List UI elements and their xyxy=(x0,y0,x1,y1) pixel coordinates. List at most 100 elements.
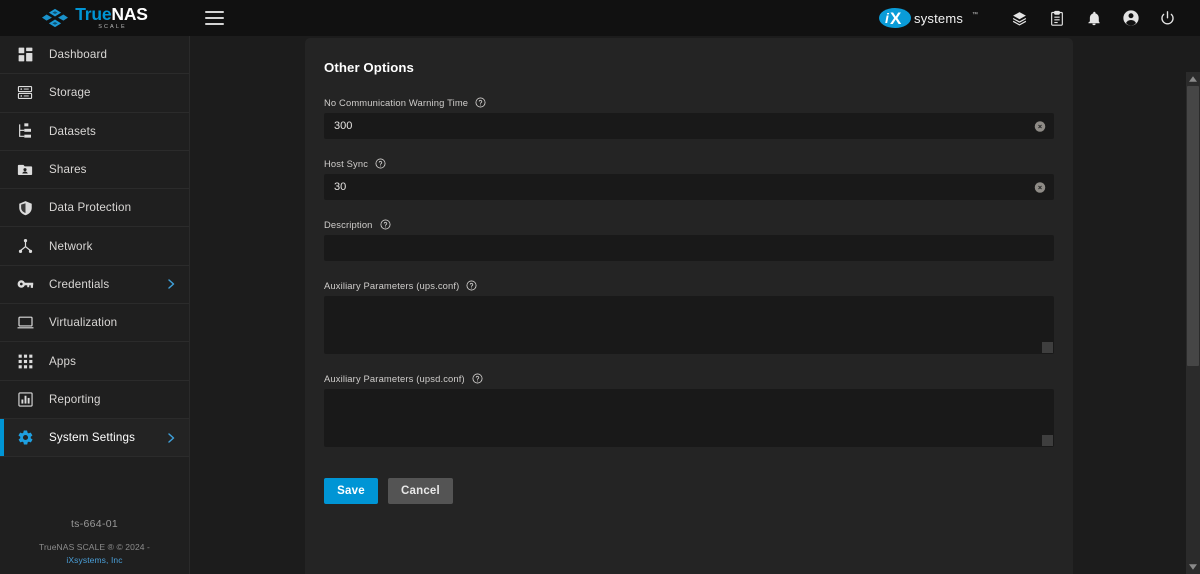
help-circle-icon[interactable] xyxy=(475,97,486,108)
apps-grid-icon xyxy=(14,352,36,370)
host-sync-input[interactable] xyxy=(324,174,1054,200)
sidebar-item-label: System Settings xyxy=(49,431,136,445)
sidebar-item-label: Shares xyxy=(49,163,87,177)
dashboard-icon xyxy=(14,46,36,64)
topbar-actions: i X systems ™ xyxy=(879,0,1200,36)
power-icon[interactable] xyxy=(1149,0,1186,36)
field-label: Auxiliary Parameters (upsd.conf) xyxy=(324,373,1054,384)
sidebar-item-data-protection[interactable]: Data Protection xyxy=(0,189,189,228)
field-label-text: No Communication Warning Time xyxy=(324,97,469,108)
input-wrapper xyxy=(324,235,1054,261)
field-label-text: Auxiliary Parameters (upsd.conf) xyxy=(324,373,465,384)
input-wrapper xyxy=(324,113,1054,139)
notifications-bell-icon[interactable] xyxy=(1075,0,1112,36)
sidebar-item-storage[interactable]: Storage xyxy=(0,74,189,113)
textarea-wrapper xyxy=(324,296,1054,354)
sidebar-item-dashboard[interactable]: Dashboard xyxy=(0,36,189,75)
input-wrapper xyxy=(324,174,1054,200)
sidebar-item-label: Dashboard xyxy=(49,48,108,62)
resize-grip-icon[interactable] xyxy=(1042,342,1053,353)
truenas-app-window: TrueNAS SCALE i X systems ™ Dashboard St… xyxy=(0,0,1200,574)
sidebar-item-reporting[interactable]: Reporting xyxy=(0,381,189,419)
resize-grip-icon[interactable] xyxy=(1042,435,1053,446)
truenas-logo-mark xyxy=(42,8,69,28)
sidebar-item-label: Virtualization xyxy=(49,316,118,330)
main-content: Other Options No Communication Warning T… xyxy=(190,36,1200,574)
account-circle-icon[interactable] xyxy=(1112,0,1149,36)
page-scrollbar[interactable] xyxy=(1186,72,1200,574)
shield-icon xyxy=(14,199,36,217)
monitor-icon xyxy=(14,314,36,332)
svg-text:X: X xyxy=(890,9,902,28)
task-manager-clipboard-icon[interactable] xyxy=(1038,0,1075,36)
cancel-button[interactable]: Cancel xyxy=(388,478,453,504)
sidebar-item-system-settings[interactable]: System Settings xyxy=(0,418,189,458)
sidebar-item-shares[interactable]: Shares xyxy=(0,151,189,190)
field-auxiliary-parameters-ups-conf: Auxiliary Parameters (ups.conf) xyxy=(324,280,1054,354)
brand-true: True xyxy=(75,4,112,24)
field-label: Description xyxy=(324,219,1054,230)
reporting-chart-icon xyxy=(14,390,36,408)
brand-nas: NAS xyxy=(111,4,148,24)
clear-circle-icon[interactable] xyxy=(1033,181,1046,194)
scrollbar-thumb[interactable] xyxy=(1187,86,1199,366)
clear-circle-icon[interactable] xyxy=(1033,120,1046,133)
sidebar-footer: ts-664-01 TrueNAS SCALE ® © 2024 - iXsys… xyxy=(0,518,189,574)
body-row: Dashboard Storage Datasets Shares Data P… xyxy=(0,36,1200,574)
form-actions: Save Cancel xyxy=(324,466,1054,528)
ixsystems-link[interactable]: iXsystems, Inc xyxy=(66,555,122,565)
truenas-logo[interactable]: TrueNAS SCALE xyxy=(0,0,190,36)
no-communication-warning-time-input[interactable] xyxy=(324,113,1054,139)
sidebar-item-credentials[interactable]: Credentials xyxy=(0,266,189,305)
field-no-communication-warning-time: No Communication Warning Time xyxy=(324,97,1054,139)
datasets-tree-icon xyxy=(14,122,36,140)
sidebar-item-label: Reporting xyxy=(49,392,101,406)
scroll-up-arrow-icon[interactable] xyxy=(1186,72,1200,86)
sidebar-item-apps[interactable]: Apps xyxy=(0,342,189,381)
help-circle-icon[interactable] xyxy=(380,219,391,230)
gear-icon xyxy=(14,429,36,447)
sidebar-item-label: Network xyxy=(49,239,93,253)
ixsystems-logo-svg: i X systems ™ xyxy=(879,8,978,28)
field-label: Host Sync xyxy=(324,158,1054,169)
copyright-text: TrueNAS SCALE ® © 2024 - iXsystems, Inc xyxy=(10,541,179,566)
help-circle-icon[interactable] xyxy=(375,158,386,169)
sidebar-item-label: Data Protection xyxy=(49,201,132,215)
apps-stack-icon[interactable] xyxy=(1001,0,1038,36)
field-label-text: Description xyxy=(324,219,373,230)
other-options-card: Other Options No Communication Warning T… xyxy=(305,38,1073,574)
auxiliary-parameters-upsd-conf-textarea[interactable] xyxy=(324,389,1054,447)
chevron-right-icon[interactable] xyxy=(165,278,177,290)
top-bar: TrueNAS SCALE i X systems ™ xyxy=(0,0,1200,36)
brand-edition: SCALE xyxy=(98,23,127,30)
hamburger-menu-icon[interactable] xyxy=(190,0,238,36)
sidebar-item-datasets[interactable]: Datasets xyxy=(0,113,189,151)
sidebar-item-network[interactable]: Network xyxy=(0,227,189,266)
help-circle-icon[interactable] xyxy=(472,373,483,384)
sidebar-item-label: Apps xyxy=(49,354,77,368)
field-label-text: Host Sync xyxy=(324,158,369,169)
copyright-line: TrueNAS SCALE ® © 2024 - xyxy=(39,542,150,553)
sidebar-navigation: Dashboard Storage Datasets Shares Data P… xyxy=(0,36,190,574)
description-input[interactable] xyxy=(324,235,1054,261)
field-label-text: Auxiliary Parameters (ups.conf) xyxy=(324,280,460,291)
sidebar-item-label: Storage xyxy=(49,86,91,100)
field-host-sync: Host Sync xyxy=(324,158,1054,200)
network-icon xyxy=(14,237,36,255)
storage-icon xyxy=(14,84,36,102)
scroll-down-arrow-icon[interactable] xyxy=(1186,560,1200,574)
sidebar-item-label: Datasets xyxy=(49,124,96,138)
svg-text:™: ™ xyxy=(972,11,978,18)
sidebar-item-virtualization[interactable]: Virtualization xyxy=(0,304,189,343)
help-circle-icon[interactable] xyxy=(466,280,477,291)
field-auxiliary-parameters-upsd-conf: Auxiliary Parameters (upsd.conf) xyxy=(324,373,1054,447)
key-icon xyxy=(14,275,36,293)
chevron-right-icon[interactable] xyxy=(165,432,177,444)
hostname-label: ts-664-01 xyxy=(70,518,119,531)
page-title: Other Options xyxy=(324,60,414,75)
save-button[interactable]: Save xyxy=(324,478,378,504)
truenas-wordmark: TrueNAS SCALE xyxy=(75,4,148,30)
auxiliary-parameters-ups-conf-textarea[interactable] xyxy=(324,296,1054,354)
ixsystems-logo: i X systems ™ xyxy=(879,7,979,29)
shares-folder-icon xyxy=(14,161,36,179)
